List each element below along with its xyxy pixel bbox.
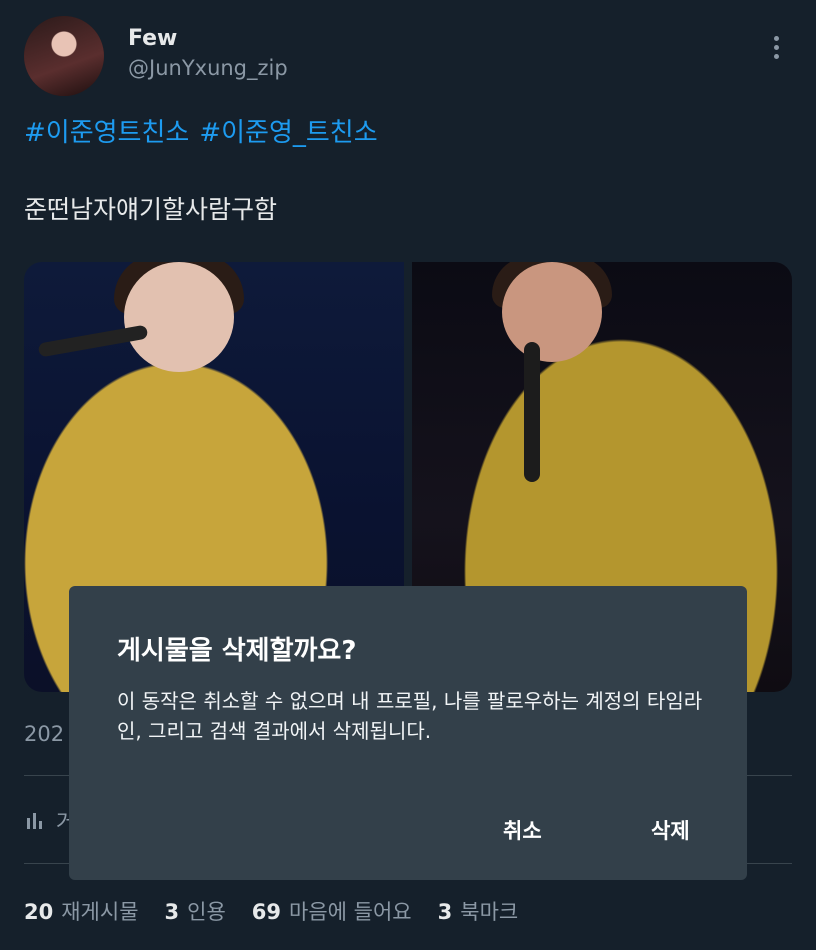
stat-reposts[interactable]: 20 재게시물 (24, 896, 139, 926)
dialog-message: 이 동작은 취소할 수 없으며 내 프로필, 나를 팔로우하는 계정의 타임라인… (117, 689, 703, 743)
delete-confirm-dialog: 게시물을 삭제할까요? 이 동작은 취소할 수 없으며 내 프로필, 나를 팔로… (69, 586, 747, 880)
stat-likes[interactable]: 69 마음에 들어요 (252, 896, 412, 926)
hashtag-link[interactable]: #이준영트친소 (24, 118, 189, 148)
dialog-title: 게시물을 삭제할까요? (117, 636, 357, 666)
author-avatar[interactable] (24, 16, 104, 96)
stat-bookmarks[interactable]: 3 북마크 (438, 896, 519, 926)
bar-chart-icon[interactable] (26, 810, 46, 835)
engagement-stats: 20 재게시물 3 인용 69 마음에 들어요 3 북마크 (24, 896, 518, 926)
stat-quotes[interactable]: 3 인용 (165, 896, 226, 926)
author-name[interactable]: Few (128, 26, 177, 51)
more-vertical-icon[interactable] (764, 32, 788, 64)
hashtags: #이준영트친소 #이준영_트친소 (24, 112, 388, 149)
tweet-date: 202 (24, 722, 65, 746)
tweet-text: 준떤남자얘기할사람구함 (24, 195, 278, 224)
cancel-button[interactable]: 취소 (497, 814, 548, 846)
hashtag-link[interactable]: #이준영_트친소 (199, 118, 377, 148)
author-handle[interactable]: @JunYxung_zip (128, 56, 288, 80)
delete-button[interactable]: 삭제 (645, 814, 696, 846)
